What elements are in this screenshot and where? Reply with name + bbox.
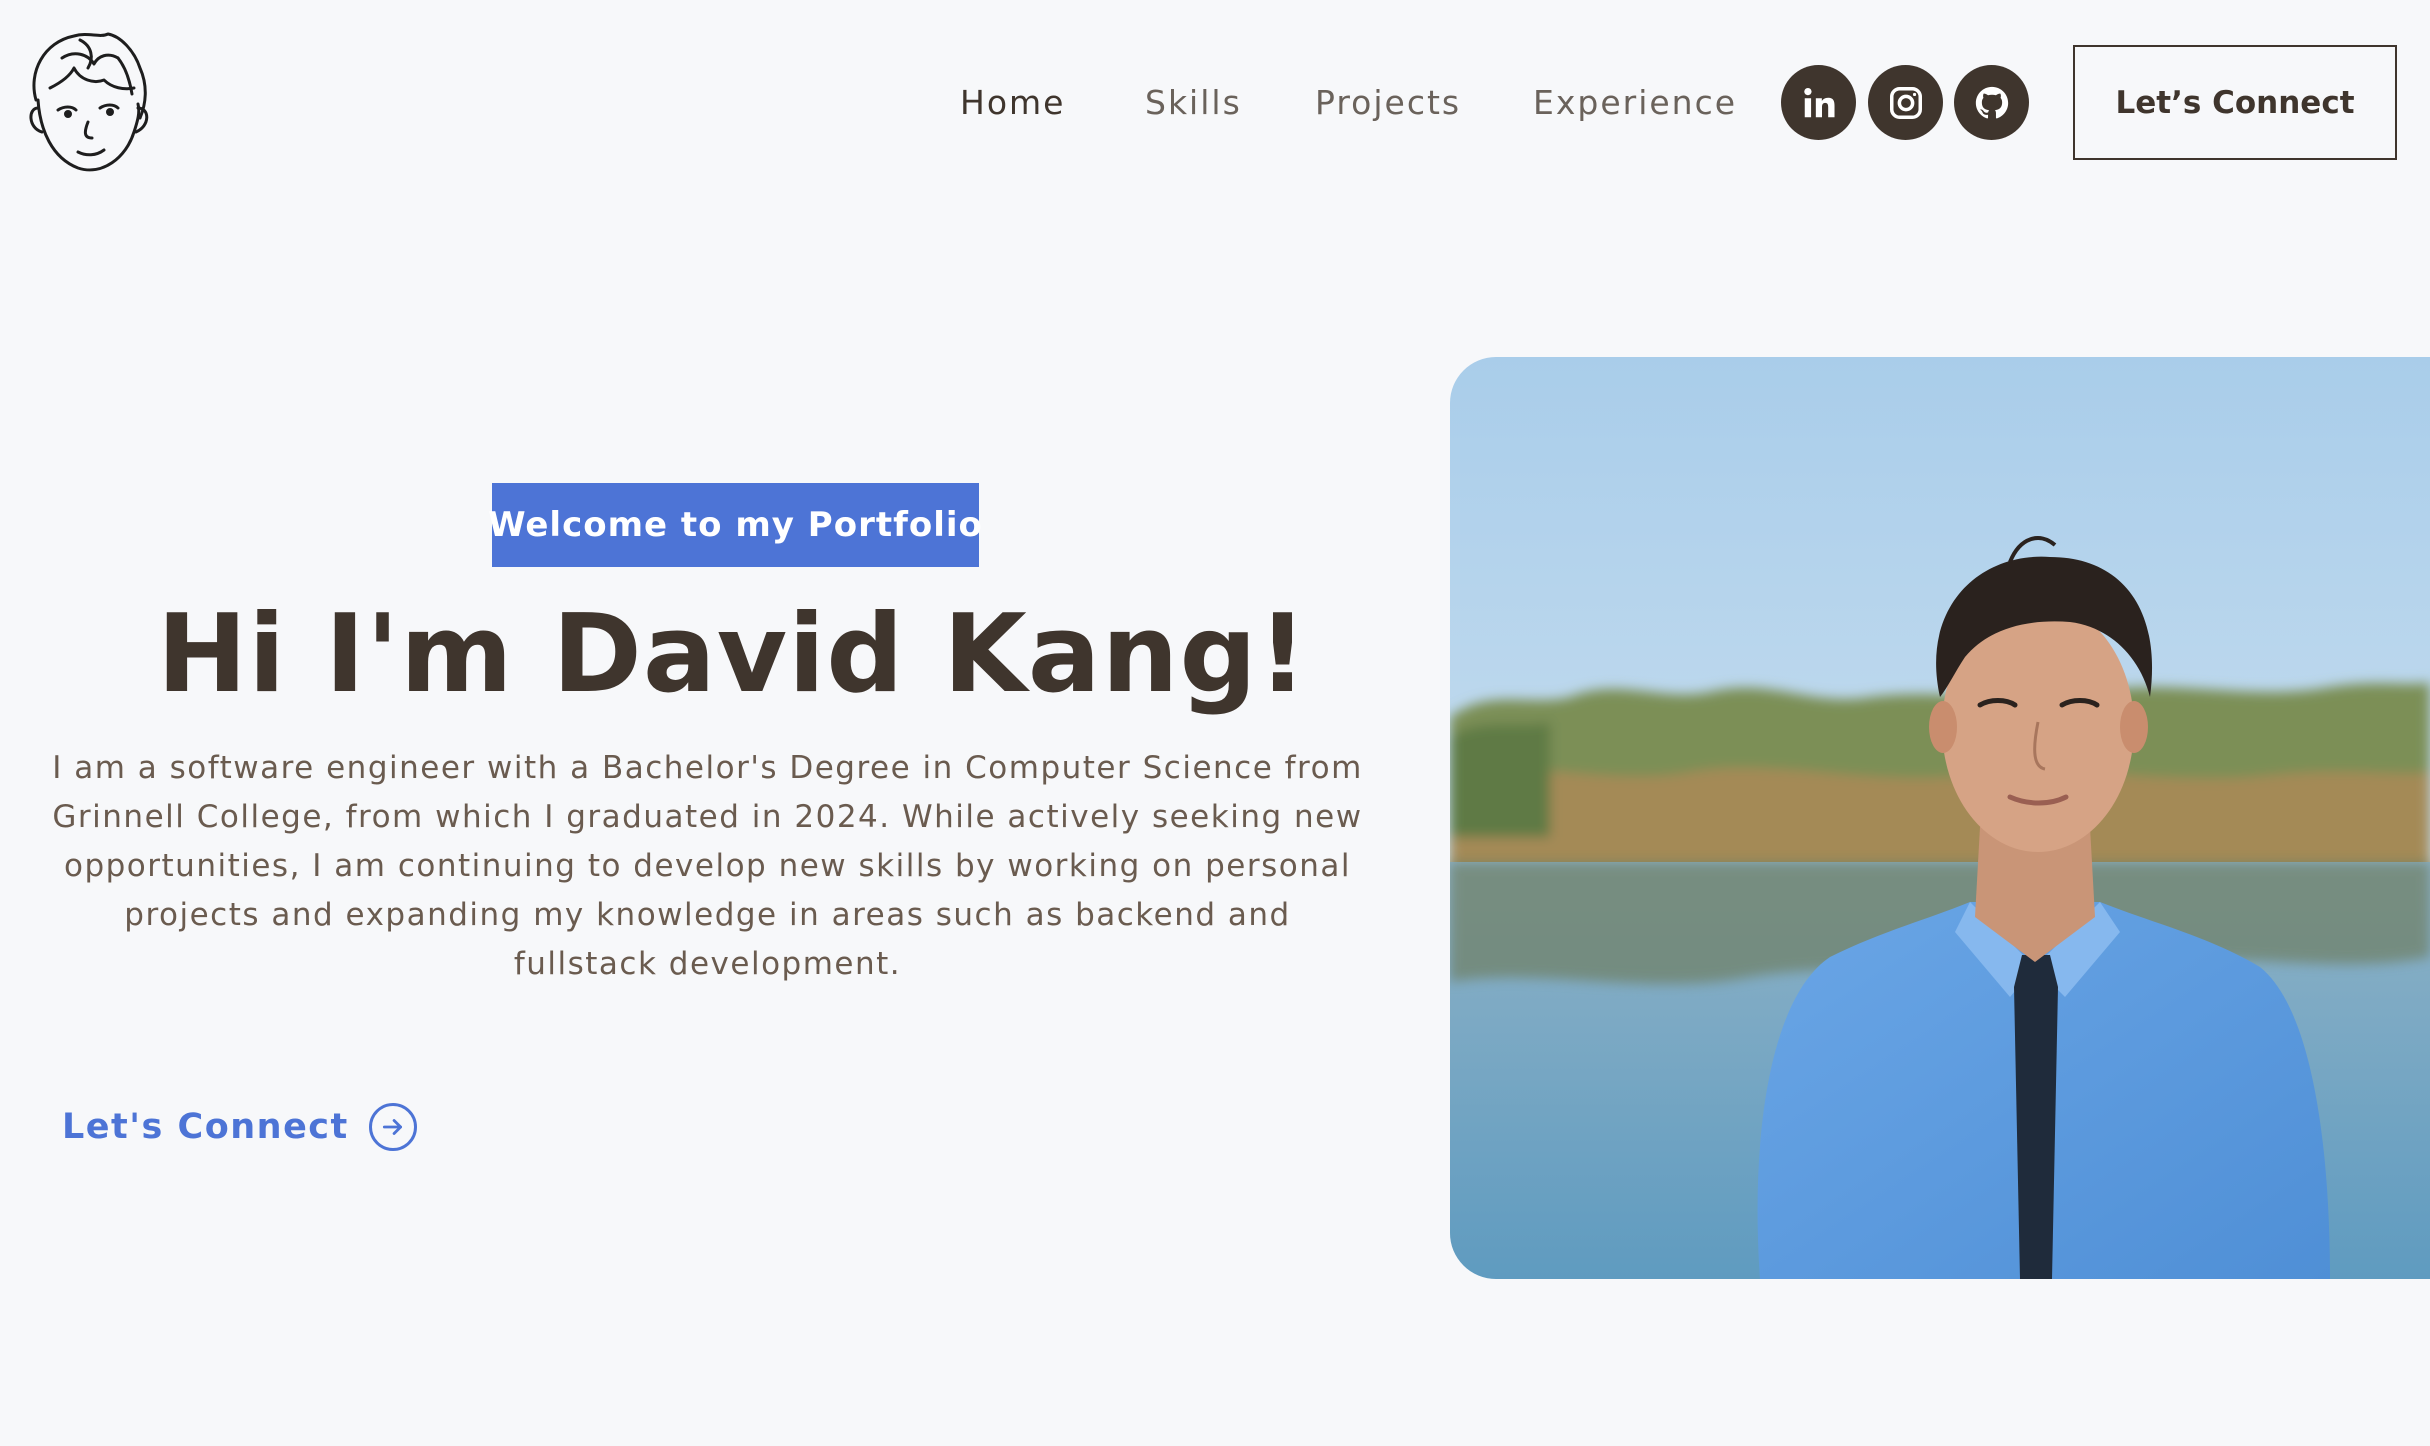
profile-photo (1450, 357, 2430, 1279)
hero-connect-link[interactable]: Let's Connect (62, 1100, 417, 1154)
hero-connect-label: Let's Connect (62, 1107, 349, 1147)
nav-experience-link[interactable]: Experience (1533, 75, 1737, 131)
avatar-logo-icon[interactable] (22, 28, 156, 180)
nav-projects-link[interactable]: Projects (1315, 75, 1461, 131)
lets-connect-button[interactable]: Let’s Connect (2073, 45, 2397, 160)
instagram-button[interactable] (1868, 65, 1943, 140)
navbar: Home Skills Projects Experience Let’s Co… (0, 0, 2430, 205)
portfolio-page: Home Skills Projects Experience Let’s Co… (0, 0, 2430, 1446)
hero-description: I am a software engineer with a Bachelor… (52, 750, 1363, 982)
hero-title: Hi I'm David Kang! (156, 592, 1309, 717)
arrow-right-circle-icon (368, 1103, 417, 1151)
linkedin-button[interactable] (1781, 65, 1856, 140)
nav-home-link[interactable]: Home (960, 75, 1065, 131)
welcome-tagline: Welcome to my Portfolio (488, 483, 982, 567)
github-icon (1975, 86, 2008, 118)
github-button[interactable] (1954, 65, 2029, 140)
linkedin-icon (1803, 87, 1835, 117)
instagram-icon (1889, 86, 1922, 119)
nav-skills-link[interactable]: Skills (1145, 75, 1242, 131)
